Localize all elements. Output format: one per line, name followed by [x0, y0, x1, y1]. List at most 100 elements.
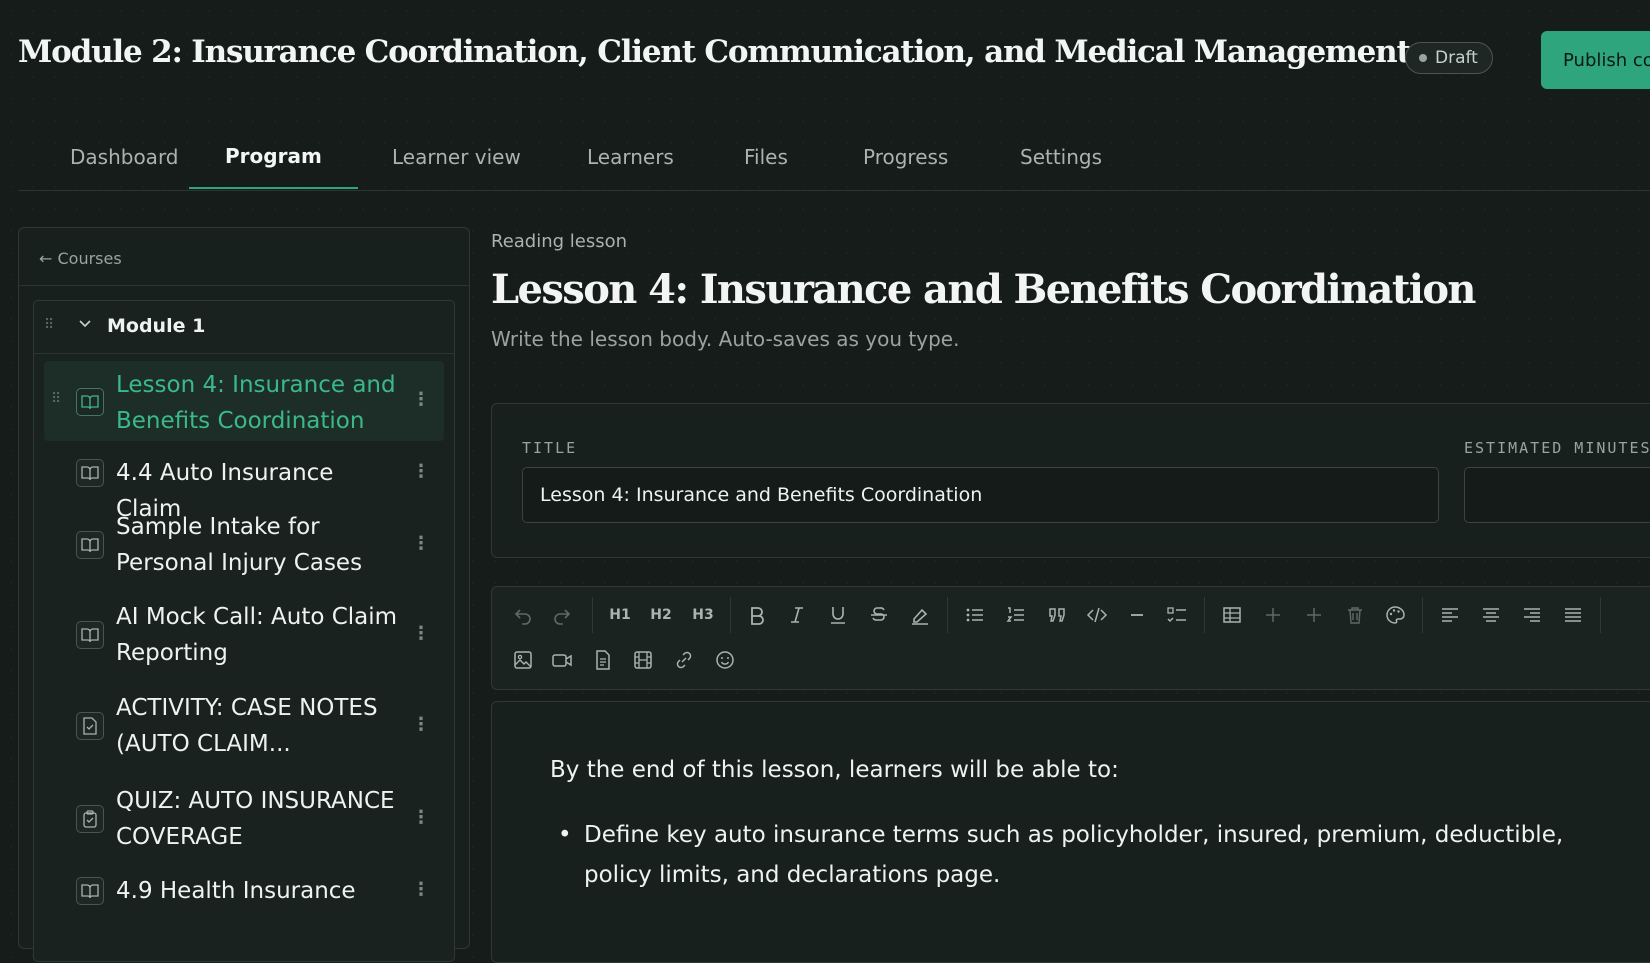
divider — [592, 597, 593, 633]
tab-bar: Dashboard Program Learner view Learners … — [18, 125, 1650, 191]
bullet-list-icon[interactable] — [960, 600, 990, 630]
more-options-icon[interactable]: ⋮ — [412, 623, 430, 644]
video-icon[interactable] — [547, 645, 577, 675]
lesson-item[interactable]: QUIZ: AUTO INSURANCE COVERAGE ⋮ — [44, 779, 444, 859]
back-link-label: Courses — [57, 249, 122, 268]
divider — [19, 285, 469, 286]
italic-icon[interactable] — [782, 600, 812, 630]
horizontal-rule-icon[interactable] — [1122, 600, 1152, 630]
lesson-item-label: Lesson 4: Insurance and Benefits Coordin… — [116, 372, 396, 434]
align-center-icon[interactable] — [1476, 600, 1506, 630]
highlight-icon[interactable] — [905, 600, 935, 630]
divider — [730, 597, 731, 633]
justify-icon[interactable] — [1558, 600, 1588, 630]
estimated-minutes-input[interactable] — [1464, 467, 1650, 523]
module-title: Module 1 — [107, 315, 206, 337]
underline-icon[interactable] — [823, 600, 853, 630]
tab-learners[interactable]: Learners — [551, 125, 710, 189]
link-icon[interactable] — [669, 645, 699, 675]
file-check-icon — [76, 712, 104, 740]
more-options-icon[interactable]: ⋮ — [412, 533, 430, 554]
undo-icon[interactable] — [508, 600, 538, 630]
lesson-item-label: AI Mock Call: Auto Claim Reporting — [116, 604, 398, 666]
ordered-list-icon[interactable] — [1001, 600, 1031, 630]
lesson-item[interactable]: 4.4 Auto Insurance Claim ⋮ — [44, 451, 444, 522]
page-header: Module 2: Insurance Coordination, Client… — [0, 0, 1650, 120]
page-title: Module 2: Insurance Coordination, Client… — [18, 34, 1411, 70]
arrow-left-icon: ← — [39, 249, 53, 268]
lesson-item-label: ACTIVITY: CASE NOTES (AUTO CLAIM... — [116, 695, 378, 757]
align-right-icon[interactable] — [1517, 600, 1547, 630]
tab-settings[interactable]: Settings — [984, 125, 1138, 189]
strikethrough-icon[interactable] — [864, 600, 894, 630]
tab-learner-view[interactable]: Learner view — [356, 125, 557, 189]
book-icon — [76, 877, 104, 905]
lesson-item[interactable]: AI Mock Call: Auto Claim Reporting ⋮ — [44, 595, 444, 675]
more-options-icon[interactable]: ⋮ — [412, 879, 430, 900]
color-palette-icon[interactable] — [1380, 600, 1410, 630]
lesson-item-label: QUIZ: AUTO INSURANCE COVERAGE — [116, 788, 395, 850]
more-options-icon[interactable]: ⋮ — [412, 461, 430, 482]
tab-program[interactable]: Program — [189, 125, 358, 189]
title-field-label: TITLE — [522, 439, 578, 457]
task-list-icon[interactable] — [1162, 600, 1192, 630]
module-header[interactable]: ⠿ Module 1 — [34, 301, 454, 354]
module-section: ⠿ Module 1 ⠿ Lesson 4: Insurance and Ben… — [33, 300, 455, 962]
more-options-icon[interactable]: ⋮ — [412, 714, 430, 735]
back-to-courses-link[interactable]: ← Courses — [39, 249, 122, 268]
book-icon — [76, 459, 104, 487]
code-icon[interactable] — [1082, 600, 1112, 630]
lesson-item-active[interactable]: ⠿ Lesson 4: Insurance and Benefits Coord… — [44, 361, 444, 441]
lesson-subtitle: Write the lesson body. Auto-saves as you… — [491, 327, 960, 351]
tab-files[interactable]: Files — [708, 125, 824, 189]
quote-icon[interactable] — [1042, 600, 1072, 630]
clipboard-check-icon — [76, 805, 104, 833]
title-input[interactable] — [522, 467, 1439, 523]
lesson-item[interactable]: ACTIVITY: CASE NOTES (AUTO CLAIM... ⋮ — [44, 686, 444, 766]
divider — [1204, 597, 1205, 633]
lesson-item-label: Sample Intake for Personal Injury Cases — [116, 514, 363, 576]
table-icon[interactable] — [1217, 600, 1247, 630]
book-icon — [76, 621, 104, 649]
minutes-field-label: ESTIMATED MINUTES — [1464, 439, 1650, 457]
drag-handle-icon[interactable]: ⠿ — [51, 391, 61, 407]
emoji-icon[interactable] — [710, 645, 740, 675]
add-row-icon[interactable] — [1258, 600, 1288, 630]
lesson-item[interactable]: Sample Intake for Personal Injury Cases … — [44, 505, 444, 585]
heading-3-button[interactable]: H3 — [688, 600, 718, 630]
image-icon[interactable] — [508, 645, 538, 675]
publish-button[interactable]: Publish co — [1541, 31, 1650, 89]
drag-handle-icon[interactable]: ⠿ — [44, 317, 54, 333]
lesson-item-label: 4.9 Health Insurance — [116, 878, 356, 904]
lesson-type-label: Reading lesson — [491, 231, 628, 252]
add-column-icon[interactable] — [1299, 600, 1329, 630]
heading-2-button[interactable]: H2 — [646, 600, 676, 630]
book-icon — [76, 388, 104, 416]
status-badge: Draft — [1405, 42, 1493, 74]
lesson-item[interactable]: 4.9 Health Insurance ⋮ — [44, 869, 444, 913]
more-options-icon[interactable]: ⋮ — [412, 807, 430, 828]
divider — [1422, 597, 1423, 633]
heading-1-button[interactable]: H1 — [605, 600, 635, 630]
course-outline-sidebar: ← Courses ⠿ Module 1 ⠿ Lesson 4: Insuran… — [18, 227, 470, 962]
document-icon[interactable] — [588, 645, 618, 675]
redo-icon[interactable] — [547, 600, 577, 630]
status-badge-label: Draft — [1435, 48, 1478, 68]
tab-progress[interactable]: Progress — [827, 125, 984, 189]
film-icon[interactable] — [628, 645, 658, 675]
editor-paragraph: By the end of this lesson, learners will… — [550, 757, 1119, 783]
book-icon — [76, 531, 104, 559]
lesson-title: Lesson 4: Insurance and Benefits Coordin… — [491, 266, 1477, 313]
more-options-icon[interactable]: ⋮ — [412, 389, 430, 410]
status-dot-icon — [1419, 54, 1427, 62]
align-left-icon[interactable] — [1435, 600, 1465, 630]
editor-toolbar: H1 H2 H3 — [491, 586, 1650, 690]
lesson-details-card: TITLE ESTIMATED MINUTES — [491, 403, 1650, 558]
bold-icon[interactable] — [742, 600, 772, 630]
divider — [1600, 597, 1601, 633]
tab-dashboard[interactable]: Dashboard — [34, 125, 215, 189]
delete-table-icon[interactable] — [1340, 600, 1370, 630]
divider — [947, 597, 948, 633]
lesson-body-editor[interactable]: By the end of this lesson, learners will… — [491, 701, 1650, 963]
chevron-down-icon[interactable] — [78, 315, 92, 334]
